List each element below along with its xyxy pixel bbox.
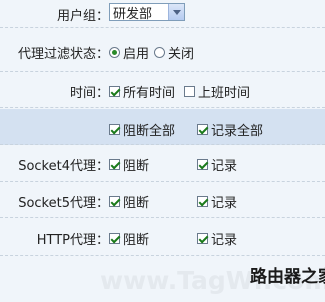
http-row: HTTP代理： 阻断 记录 — [0, 218, 325, 256]
log-all-checkbox[interactable] — [197, 124, 208, 135]
chevron-down-icon[interactable] — [168, 4, 184, 20]
proxy-filter-row: 代理过滤状态： 启用 关闭 — [0, 28, 325, 72]
time-label: 时间： — [69, 86, 109, 101]
all-time-checkbox[interactable] — [109, 86, 120, 97]
http-block-checkbox[interactable] — [109, 233, 120, 244]
http-log-checkbox[interactable] — [197, 233, 208, 244]
socket5-label: Socket5代理： — [18, 196, 109, 211]
socket4-log-label: 记录 — [211, 159, 238, 174]
socket5-log-label: 记录 — [211, 196, 238, 211]
socket4-row: Socket4代理： 阻断 记录 — [0, 145, 325, 182]
http-label: HTTP代理： — [36, 233, 109, 248]
user-group-select[interactable]: 研发部 — [109, 3, 185, 22]
block-all-checkbox[interactable] — [109, 124, 120, 135]
proxy-filter-enable-radio[interactable] — [109, 47, 120, 58]
watermark-logo: 路由器之家 — [250, 267, 325, 287]
user-group-row: 用户组： 研发部 — [0, 0, 325, 28]
work-time-label: 上班时间 — [198, 86, 251, 101]
socket5-block-label: 阻断 — [123, 196, 150, 211]
all-time-label: 所有时间 — [123, 86, 176, 101]
work-time-checkbox[interactable] — [184, 86, 196, 97]
proxy-filter-disable-label: 关闭 — [168, 47, 195, 62]
socket4-log-checkbox[interactable] — [197, 159, 208, 170]
socket4-block-checkbox[interactable] — [109, 159, 120, 170]
socket4-block-label: 阻断 — [123, 159, 150, 174]
select-all-row: 阻断全部 记录全部 — [0, 109, 325, 145]
proxy-filter-label: 代理过滤状态： — [17, 47, 109, 62]
proxy-filter-disable-radio[interactable] — [154, 47, 166, 58]
socket5-block-checkbox[interactable] — [109, 196, 120, 207]
user-group-label: 用户组： — [56, 9, 109, 24]
log-all-label: 记录全部 — [211, 124, 264, 139]
socket5-row: Socket5代理： 阻断 记录 — [0, 182, 325, 218]
http-log-label: 记录 — [211, 233, 238, 248]
socket4-label: Socket4代理： — [18, 159, 109, 174]
block-all-label: 阻断全部 — [123, 124, 176, 139]
time-row: 时间： 所有时间 上班时间 — [0, 72, 325, 108]
proxy-filter-enable-label: 启用 — [123, 47, 150, 62]
socket5-log-checkbox[interactable] — [197, 196, 208, 207]
user-group-selected-value: 研发部 — [113, 6, 153, 22]
http-block-label: 阻断 — [123, 233, 150, 248]
